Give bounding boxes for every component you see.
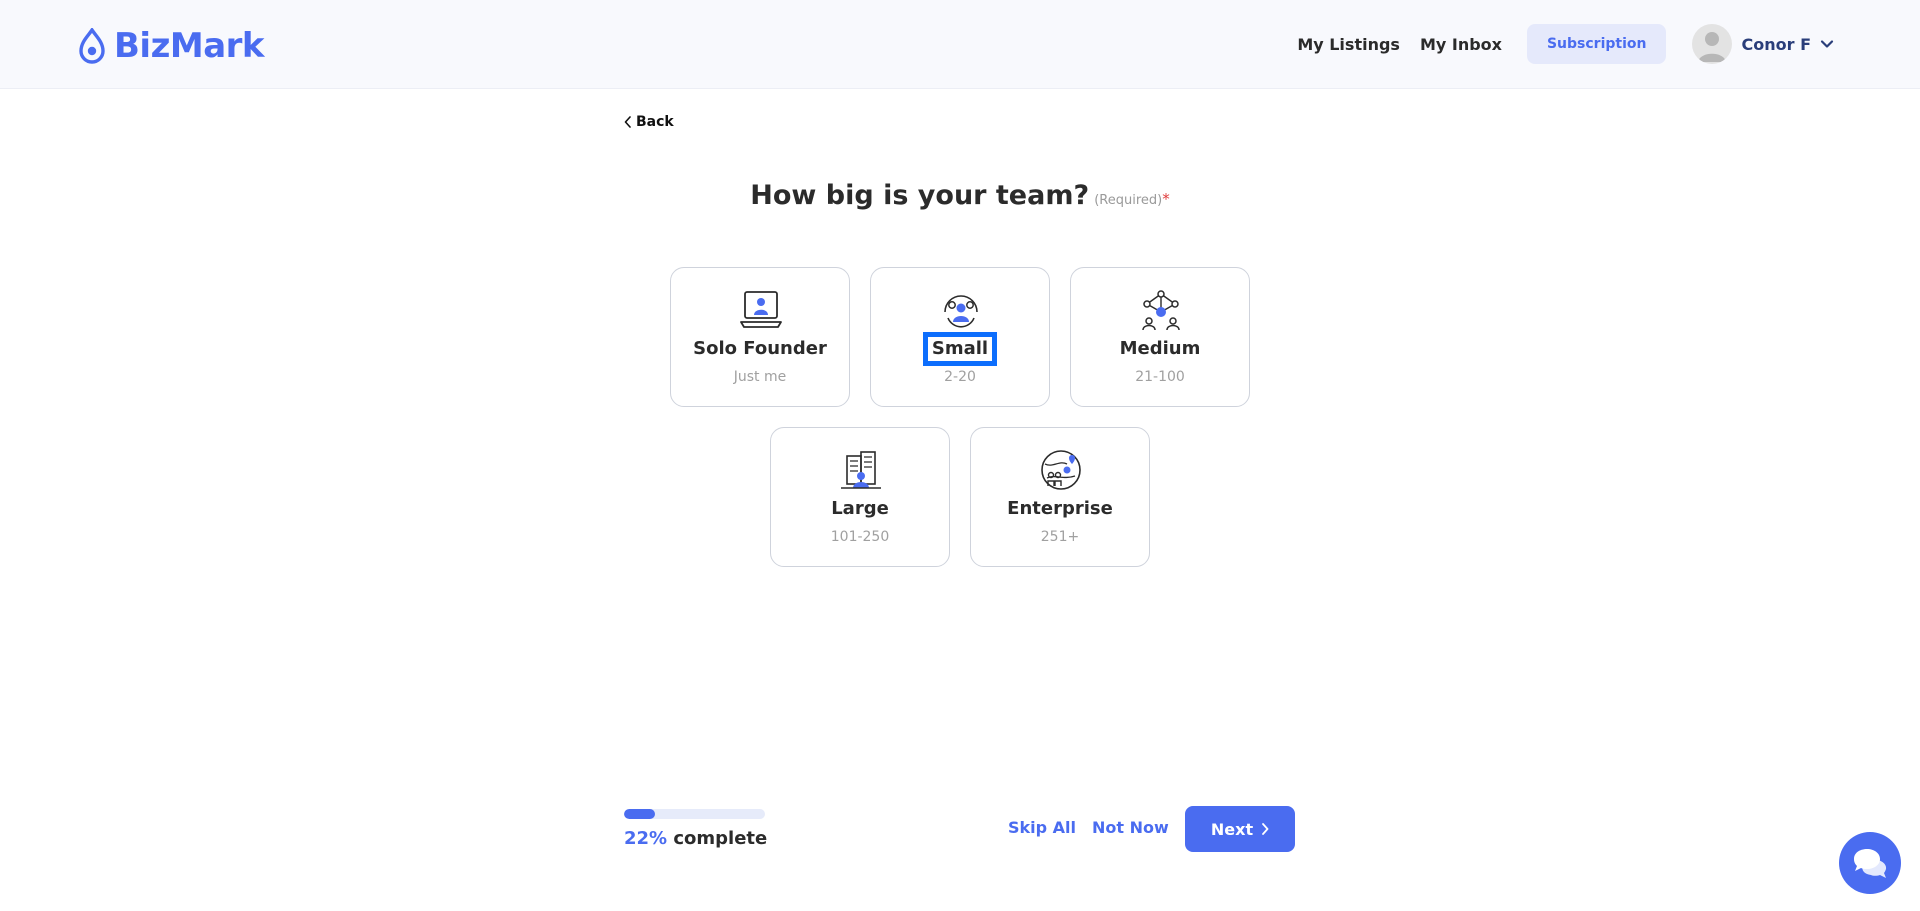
user-menu[interactable]: Conor F (1692, 24, 1834, 64)
logo-drop-icon (79, 28, 105, 64)
option-label: Medium (1119, 338, 1201, 359)
option-label: Small (871, 332, 1049, 366)
network-team-icon (1142, 290, 1180, 331)
back-label: Back (636, 114, 674, 130)
chat-bubbles-icon (1854, 849, 1887, 878)
option-card-enterprise[interactable]: Enterprise 251+ (970, 427, 1150, 567)
progress-percent: 22% (624, 828, 668, 849)
option-card-medium[interactable]: Medium 21-100 (1070, 267, 1250, 407)
option-card-solo-founder[interactable]: Solo Founder Just me (670, 267, 850, 407)
progress-bar-fill (624, 809, 656, 819)
option-label: Large (831, 498, 889, 519)
nav-my-inbox[interactable]: My Inbox (1420, 35, 1502, 54)
office-building-icon (841, 451, 881, 489)
user-silhouette-icon (1698, 32, 1727, 62)
small-team-icon (944, 295, 978, 328)
skip-all-button[interactable]: Skip All (1008, 818, 1076, 837)
progress-bar (624, 809, 765, 819)
option-label: Enterprise (1007, 498, 1113, 519)
avatar (1692, 24, 1733, 64)
required-note: (Required) (1094, 193, 1163, 208)
question-heading: How big is your team? (Required)* (0, 180, 1920, 211)
page-title: How big is your team? (750, 180, 1090, 211)
progress-text: 22% complete (624, 828, 767, 849)
nav-my-listings[interactable]: My Listings (1297, 35, 1400, 54)
top-header: BizMark My Listings My Inbox Subscriptio… (0, 0, 1920, 89)
option-card-large[interactable]: Large 101-250 (770, 427, 950, 567)
required-mark: * (1162, 190, 1170, 208)
user-name: Conor F (1741, 34, 1811, 54)
top-nav: My Listings My Inbox Subscription Conor … (1297, 22, 1834, 66)
progress-suffix: complete (667, 828, 768, 849)
selected-highlight: Small (922, 332, 998, 366)
chevron-down-icon (1820, 40, 1834, 48)
not-now-button[interactable]: Not Now (1092, 818, 1169, 837)
chat-button[interactable] (1839, 832, 1901, 894)
option-label: Solo Founder (693, 338, 827, 359)
chevron-right-icon (1262, 823, 1269, 835)
back-link[interactable]: Back (624, 114, 674, 130)
next-label: Next (1210, 819, 1254, 839)
option-range: 2-20 (944, 369, 976, 385)
bizmark-logo[interactable]: BizMark (78, 26, 265, 66)
next-button[interactable]: Next (1185, 806, 1295, 852)
option-range: Just me (733, 369, 787, 385)
globe-people-icon (1041, 450, 1081, 490)
subscription-button[interactable]: Subscription (1526, 24, 1667, 64)
chevron-left-icon (624, 116, 631, 128)
option-range: 21-100 (1135, 369, 1185, 385)
laptop-person-icon (740, 291, 782, 328)
logo-text: BizMark (114, 26, 265, 66)
option-card-small[interactable]: Small 2-20 (870, 267, 1050, 407)
option-range: 101-250 (830, 529, 890, 545)
option-range: 251+ (1040, 529, 1080, 545)
